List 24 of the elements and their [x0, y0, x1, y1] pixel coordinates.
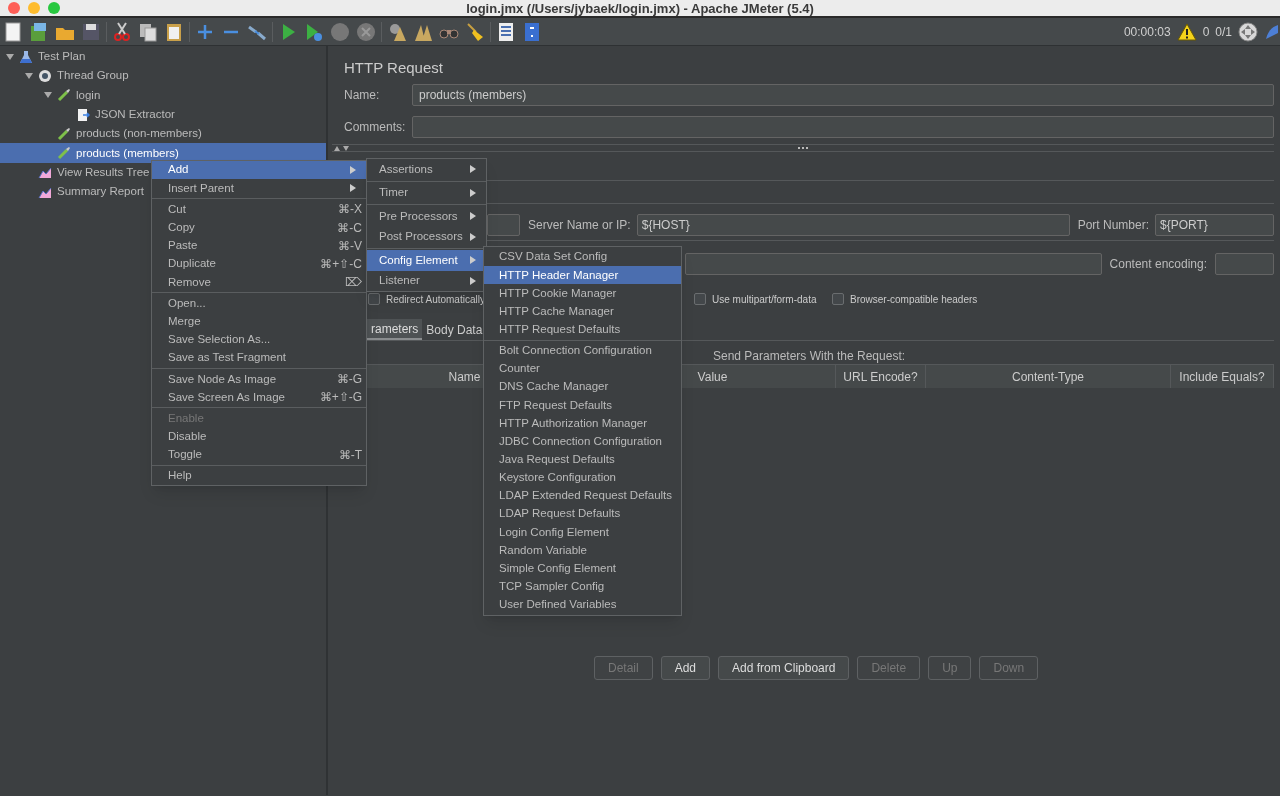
checkbox-label: Redirect Automatically: [386, 292, 485, 307]
thread-count: 0/1: [1215, 23, 1232, 41]
field-label: Port Number:: [1077, 216, 1149, 234]
window-title: login.jmx (/Users/jybaek/login.jmx) - Apache JMeter (5.4): [466, 0, 814, 19]
shortcut-label: ⌘-V: [338, 237, 362, 255]
checkbox-label: Browser-compatible headers: [850, 292, 978, 307]
shortcut-label: ⌦: [345, 274, 362, 292]
shortcut-label: ⌘-T: [338, 446, 362, 464]
checkbox-label: Use multipart/form-data: [712, 292, 817, 307]
field-label: Content encoding:: [1109, 255, 1207, 273]
field-label: Comments:: [344, 119, 407, 136]
shortcut-label: ⌘-X: [338, 201, 362, 219]
column-header: Include Equals?: [1171, 365, 1274, 388]
shortcut-label: ⌘+⇧-G: [319, 389, 362, 407]
warning-count: 0: [1202, 23, 1210, 41]
panel-title: HTTP Request: [344, 58, 444, 75]
column-header: Content-Type: [926, 365, 1171, 388]
field-label: Name:: [344, 87, 381, 104]
column-header: URL Encode?: [836, 365, 926, 388]
shortcut-label: ⌘+⇧-C: [320, 256, 362, 274]
table-caption: Send Parameters With the Request:: [712, 348, 906, 361]
elapsed-time: 00:00:03: [1123, 23, 1171, 41]
shortcut-label: ⌘-C: [337, 219, 362, 237]
field-label: Server Name or IP:: [528, 216, 631, 234]
